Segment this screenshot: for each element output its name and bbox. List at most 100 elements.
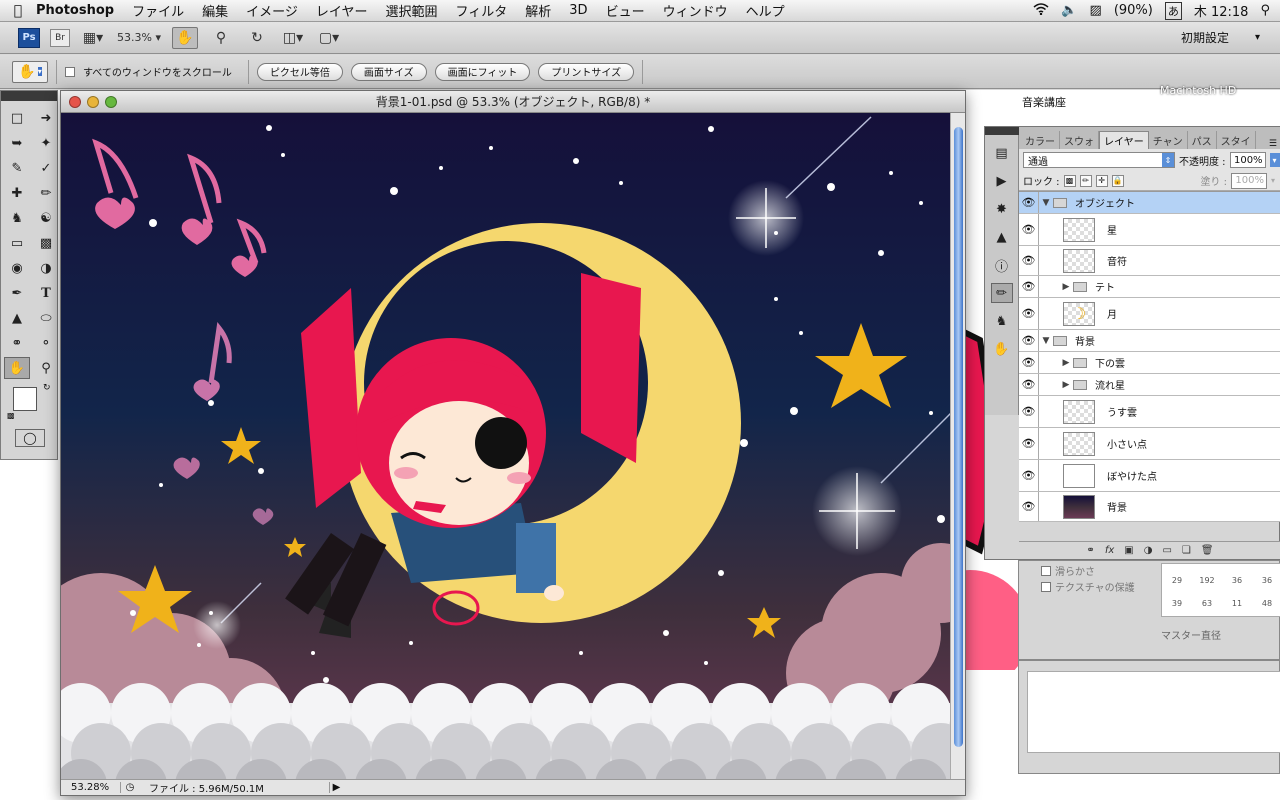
zoom-tool-icon[interactable]: ⚲ — [33, 357, 59, 379]
tab-color[interactable]: カラー — [1021, 131, 1060, 149]
delete-layer-icon[interactable]: 🗑 — [1201, 545, 1214, 556]
brush-size[interactable]: 11 — [1222, 599, 1252, 608]
vertical-scrollbar[interactable] — [950, 113, 965, 779]
brush-size[interactable]: 39 — [1162, 599, 1192, 608]
3d-orbit-icon[interactable]: ⚬ — [33, 332, 59, 354]
foreground-color[interactable] — [13, 387, 37, 411]
layer-row[interactable]: 👁 小さい点 — [1019, 428, 1280, 460]
menu-analysis[interactable]: 解析 — [525, 1, 551, 20]
pen-tool-icon[interactable]: ✒ — [4, 282, 30, 304]
menu-view[interactable]: ビュー — [606, 1, 645, 20]
shape-tool-icon[interactable]: ⬭ — [33, 307, 59, 329]
layer-row[interactable]: 👁 うす雲 — [1019, 396, 1280, 428]
tab-swatches[interactable]: スウォ — [1060, 131, 1099, 149]
zoom-level-dropdown[interactable]: 53.3% ▾ — [116, 27, 162, 49]
move-tool-icon[interactable]: ➜ — [33, 107, 59, 129]
status-menu-arrow[interactable]: ▶ — [329, 782, 343, 793]
eyedropper-tool-icon[interactable]: ✓ — [33, 157, 59, 179]
layer-row[interactable]: 👁 ▼ オブジェクト — [1019, 192, 1280, 214]
desktop-label-music[interactable]: 音楽講座 — [1022, 94, 1066, 110]
layer-row[interactable]: 👁 ▶ 下の雲 — [1019, 352, 1280, 374]
blur-tool-icon[interactable]: ◉ — [4, 257, 30, 279]
smoothing-checkbox[interactable] — [1041, 565, 1051, 576]
arrange-documents-button[interactable]: ◫▾ — [280, 27, 306, 49]
crop-tool-icon[interactable]: ✎ — [4, 157, 30, 179]
hand-tool-button[interactable]: ✋ — [171, 26, 198, 49]
visibility-eye-icon[interactable]: 👁 — [1019, 396, 1039, 427]
hand-tool-icon[interactable]: ✋ — [4, 357, 30, 379]
tab-layers[interactable]: レイヤー — [1099, 131, 1149, 149]
fill-field[interactable]: 100% — [1231, 172, 1267, 189]
status-zoom[interactable]: 53.28% — [61, 782, 121, 793]
panel-menu-icon[interactable]: ☰ — [1269, 139, 1280, 149]
layer-row[interactable]: 👁 ▼ 背景 — [1019, 330, 1280, 352]
tool-preset-picker[interactable]: ✋ ▾ — [12, 60, 48, 83]
link-layers-icon[interactable]: ⚭ — [1086, 545, 1094, 556]
clone-stamp-icon[interactable]: ♞ — [4, 207, 30, 229]
visibility-eye-icon[interactable]: 👁 — [1019, 428, 1039, 459]
menu-edit[interactable]: 編集 — [202, 1, 228, 20]
visibility-eye-icon[interactable]: 👁 — [1019, 352, 1039, 373]
brush-size[interactable]: 29 — [1162, 576, 1192, 585]
workspace-dropdown-icon[interactable]: ▾ — [1255, 32, 1260, 43]
visibility-eye-icon[interactable]: 👁 — [1019, 374, 1039, 395]
healing-brush-icon[interactable]: ✚ — [4, 182, 30, 204]
fit-screen-button[interactable]: 画面サイズ — [350, 62, 427, 81]
history-icon[interactable]: ▤ — [991, 143, 1013, 163]
rotate-view-button[interactable]: ↻ — [244, 27, 270, 49]
menu-layer[interactable]: レイヤー — [316, 1, 368, 20]
brush-size[interactable]: 192 — [1192, 576, 1222, 585]
brush-size[interactable]: 36 — [1222, 576, 1252, 585]
new-group-icon[interactable]: ▭ — [1162, 545, 1171, 556]
actual-pixels-button[interactable]: ピクセル等倍 — [256, 62, 343, 81]
navigator-icon[interactable]: ✸ — [991, 199, 1013, 219]
visibility-eye-icon[interactable]: 👁 — [1019, 246, 1039, 275]
workspace-switcher[interactable]: 初期設定 — [1181, 29, 1229, 46]
adjustment-layer-icon[interactable]: ◑ — [1144, 545, 1153, 556]
history-brush-icon[interactable]: ☯ — [33, 207, 59, 229]
brush-size[interactable]: 36 — [1252, 576, 1280, 585]
layer-row[interactable]: 👁 ▶ 流れ星 — [1019, 374, 1280, 396]
menu-file[interactable]: ファイル — [132, 1, 184, 20]
color-swatches[interactable]: ↻ ▩ — [7, 383, 51, 423]
tools-panel-header[interactable] — [1, 91, 57, 101]
lasso-tool-icon[interactable]: ➥ — [4, 132, 30, 154]
fill-screen-button[interactable]: 画面にフィット — [434, 62, 531, 81]
collapse-triangle-icon[interactable]: ▶ — [1059, 380, 1073, 390]
spotlight-icon[interactable]: ⚲ — [1260, 3, 1270, 18]
eraser-tool-icon[interactable]: ▭ — [4, 232, 30, 254]
texture-option[interactable]: テクスチャの保護 — [1041, 579, 1135, 594]
expand-triangle-icon[interactable]: ▼ — [1039, 336, 1053, 346]
marquee-tool-icon[interactable]: □ — [4, 107, 30, 129]
visibility-eye-icon[interactable]: 👁 — [1019, 330, 1039, 351]
actions-icon[interactable]: ▶ — [991, 171, 1013, 191]
collapse-triangle-icon[interactable]: ▶ — [1059, 282, 1073, 292]
layer-row[interactable]: 👁 ☽ 月 — [1019, 298, 1280, 330]
expand-triangle-icon[interactable]: ▼ — [1039, 198, 1053, 208]
new-layer-icon[interactable]: ❏ — [1182, 545, 1191, 556]
add-mask-icon[interactable]: ▣ — [1124, 545, 1133, 556]
desktop-label-hd[interactable]: Macintosh HD — [1160, 84, 1236, 97]
lock-transparency-icon[interactable]: ▩ — [1063, 174, 1076, 187]
layer-row[interactable]: 👁 音符 — [1019, 246, 1280, 276]
brushes-icon[interactable]: ✏ — [990, 283, 1013, 303]
battery-icon[interactable]: ▨ — [1090, 3, 1102, 18]
brush-size[interactable]: 63 — [1192, 599, 1222, 608]
print-size-button[interactable]: プリントサイズ — [538, 62, 635, 81]
scroll-all-windows-checkbox[interactable] — [65, 66, 75, 77]
document-titlebar[interactable]: 背景1-01.psd @ 53.3% (オブジェクト, RGB/8) * — [61, 91, 965, 113]
swap-colors-icon[interactable]: ↻ — [43, 383, 51, 393]
menu-filter[interactable]: フィルタ — [456, 1, 508, 20]
input-method-indicator[interactable]: あ — [1164, 1, 1182, 20]
texture-checkbox[interactable] — [1041, 581, 1051, 592]
layer-style-icon[interactable]: fx — [1105, 545, 1114, 556]
screen-mode-button[interactable]: ▢▾ — [316, 27, 342, 49]
visibility-eye-icon[interactable]: 👁 — [1019, 276, 1039, 297]
visibility-eye-icon[interactable]: 👁 — [1019, 492, 1039, 521]
layer-row[interactable]: 👁 星 — [1019, 214, 1280, 246]
visibility-eye-icon[interactable]: 👁 — [1019, 192, 1039, 213]
visibility-eye-icon[interactable]: 👁 — [1019, 214, 1039, 245]
menu-app-name[interactable]: Photoshop — [36, 3, 114, 18]
brush-size[interactable]: 48 — [1252, 599, 1280, 608]
gradient-tool-icon[interactable]: ▩ — [33, 232, 59, 254]
